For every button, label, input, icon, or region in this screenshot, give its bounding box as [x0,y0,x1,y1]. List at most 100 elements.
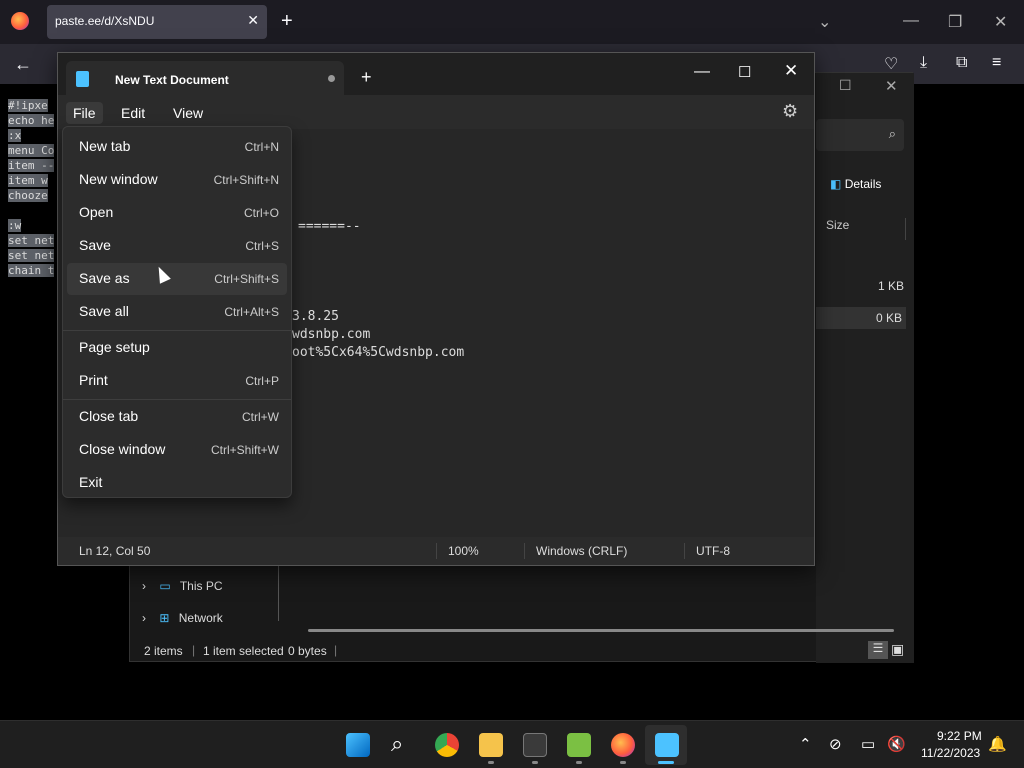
running-indicator [488,761,494,764]
editor-line: ======-- [298,219,361,234]
editor-line: oot%5Cx64%5Cwdsnbp.com [292,345,465,360]
close-icon[interactable]: ✕ [885,77,898,95]
status-separator [524,543,525,559]
file-explorer-icon[interactable] [479,733,503,757]
menu-item-label: Save all [79,303,129,319]
menu-item-shortcut: Ctrl+O [243,206,279,220]
tiles-view-icon[interactable]: ▣ [891,641,904,658]
notification-bell-icon[interactable]: 🔔 [988,735,1007,753]
file-menu: New tab Ctrl+N New window Ctrl+Shift+N Ope… [62,126,292,498]
close-tab-icon[interactable]: ✕ [247,12,259,29]
chevron-up-icon[interactable]: ⌃ [799,735,812,753]
nav-pane-divider[interactable] [278,565,279,621]
clock-date[interactable]: 11/22/2023 [921,746,980,760]
menu-item-exit[interactable]: Exit [67,467,287,499]
search-icon[interactable]: ⌕ [391,731,403,757]
details-pane-icon: ◧ [830,177,842,191]
menu-item-save-all[interactable]: Save all Ctrl+Alt+S [67,296,287,328]
start-windows-icon[interactable] [346,733,370,757]
unsaved-dot-icon[interactable] [328,75,335,82]
selection-count: 1 item selected [203,644,284,658]
download-icon[interactable]: ⤓ [920,54,927,72]
paste-line: #!ipxe [8,99,48,112]
menu-edit[interactable]: Edit [114,102,152,124]
gear-icon[interactable]: ⚙ [782,101,798,122]
notepad-plus-plus-icon[interactable] [567,733,591,757]
paste-content: #!ipxe echo he :x menu Co item -- item w… [8,98,58,278]
status-separator: | [192,643,196,657]
browser-tab[interactable]: paste.ee/d/XsNDU ✕ [47,5,267,39]
menu-view[interactable]: View [166,102,210,124]
item-count: 2 items [144,644,183,658]
menu-item-label: New tab [79,138,131,154]
extensions-icon[interactable]: ⧉ [956,54,967,72]
menu-item-new-tab[interactable]: New tab Ctrl+N [67,131,287,163]
menu-item-label: New window [79,171,158,187]
details-view-icon[interactable]: ☰ [868,641,888,659]
menu-item-save[interactable]: Save Ctrl+S [67,230,287,262]
new-tab-icon[interactable]: + [361,67,372,88]
paste-line: :w [8,219,22,232]
pocket-icon[interactable]: ♡ [884,54,898,74]
maximize-icon[interactable]: ☐ [839,77,852,94]
new-tab-icon[interactable]: + [281,10,293,33]
paste-line: :x [8,129,22,142]
network-icon: ⊞ [159,611,170,625]
running-indicator [532,761,538,764]
chrome-icon[interactable] [435,733,459,757]
menu-item-close-window[interactable]: Close window Ctrl+Shift+W [67,434,287,466]
menu-item-save-as[interactable]: Save as Ctrl+Shift+S [67,263,287,295]
selection-size: 0 bytes [288,644,327,658]
menu-item-label: Open [79,204,114,220]
list-tabs-chevron-icon[interactable]: ⌄ [818,12,831,32]
menu-item-page-setup[interactable]: Page setup [67,332,287,364]
search-box[interactable]: ⌕ [816,119,904,151]
chevron-right-icon[interactable]: › [142,579,146,593]
explorer-status-bar: 2 items | 1 item selected 0 bytes | ☰ ▣ [130,639,914,663]
minimize-icon[interactable]: — [694,63,710,81]
paste-line: item -- [8,159,55,172]
clock-time[interactable]: 9:22 PM [937,729,982,743]
firefox-logo-icon[interactable] [11,12,29,30]
close-window-icon[interactable]: ✕ [994,12,1007,32]
firefox-icon[interactable] [611,733,635,757]
menu-item-close-tab[interactable]: Close tab Ctrl+W [67,401,287,433]
taskbar: ⌕ ⌃ ⊘ ▭ 🔇 9:22 PM 11/22/2023 🔔 [0,720,1024,768]
status-separator [436,543,437,559]
menu-item-shortcut: Ctrl+Shift+W [210,443,279,457]
menu-item-new-window[interactable]: New window Ctrl+Shift+N [67,164,287,196]
chevron-right-icon[interactable]: › [142,611,146,625]
no-network-icon[interactable]: ⊘ [829,735,842,753]
menu-item-label: Exit [79,474,103,490]
display-icon[interactable]: ▭ [861,735,875,753]
running-indicator [620,761,626,764]
menu-item-open[interactable]: Open Ctrl+O [67,197,287,229]
menu-item-label: Close window [79,441,166,457]
paste-line: chooze [8,189,48,202]
menu-item-shortcut: Ctrl+W [242,410,279,424]
minimize-icon[interactable]: — [903,12,919,30]
menu-item-shortcut: Ctrl+Shift+S [214,272,279,286]
editor-line: 3.8.25 [292,309,339,324]
menu-file[interactable]: File [66,102,103,124]
close-icon[interactable]: ✕ [784,61,798,81]
terminal-icon[interactable] [523,733,547,757]
back-arrow-icon[interactable]: ← [14,54,32,75]
details-button[interactable]: ◧ Details [830,177,881,191]
horizontal-scrollbar[interactable] [308,629,894,632]
line-ending[interactable]: Windows (CRLF) [536,544,627,558]
nav-item-network[interactable]: › ⊞ Network [142,611,223,625]
menu-hamburger-icon[interactable]: ≡ [992,54,1001,72]
size-column-header[interactable]: Size [826,218,906,240]
notepad-tab[interactable]: New Text Document [66,61,344,95]
zoom-level[interactable]: 100% [448,544,479,558]
nav-item-label: This PC [179,579,223,593]
restore-icon[interactable]: ❐ [948,12,962,32]
menu-item-print[interactable]: Print Ctrl+P [67,365,287,397]
encoding[interactable]: UTF-8 [696,544,730,558]
nav-item-this-pc[interactable]: › ▭ This PC [142,579,223,593]
volume-mute-icon[interactable]: 🔇 [887,735,906,753]
status-separator: | [334,643,338,657]
search-icon: ⌕ [888,126,896,141]
maximize-icon[interactable]: ☐ [738,63,751,81]
